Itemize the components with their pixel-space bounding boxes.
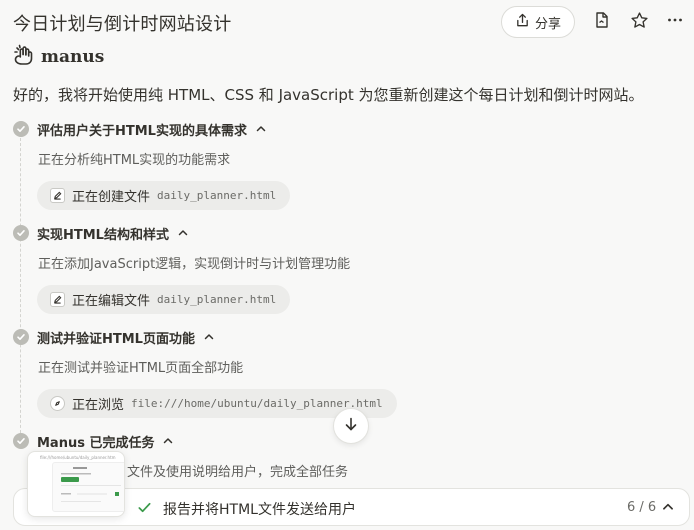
thumbnail-url: file:///home/ubuntu/daily_planner.htm — [40, 455, 116, 460]
tool-action-pill[interactable]: 正在编辑文件 daily_planner.html — [37, 285, 291, 314]
assistant-message: 好的，我将开始使用纯 HTML、CSS 和 JavaScript 为您重新创建这… — [13, 86, 644, 104]
star-icon — [630, 11, 649, 34]
tool-action-label: 正在浏览 — [72, 398, 125, 413]
current-task-label: 报告并将HTML文件发送给用户 — [163, 502, 356, 518]
tool-action-target: daily_planner.html — [157, 189, 277, 202]
share-icon — [515, 13, 530, 32]
step-title: 实现HTML结构和样式 — [37, 227, 169, 243]
favorite-button[interactable] — [627, 10, 651, 34]
brand: manus — [13, 44, 105, 70]
manus-logo-icon — [13, 44, 35, 70]
computer-preview-thumbnail[interactable]: file:///home/ubuntu/daily_planner.htm — [27, 451, 125, 517]
step-3-header[interactable]: 测试并验证HTML页面功能 — [13, 327, 215, 347]
more-button[interactable] — [663, 10, 687, 34]
compass-icon — [50, 396, 65, 411]
arrow-down-icon — [343, 416, 359, 436]
tool-action-label: 正在编辑文件 — [72, 294, 151, 309]
step-description: 正在测试并验证HTML页面全部功能 — [38, 361, 244, 376]
check-icon — [13, 121, 29, 137]
file-view-button[interactable] — [590, 10, 614, 34]
scroll-to-bottom-button[interactable] — [333, 408, 369, 444]
step-title: Manus 已完成任务 — [37, 435, 155, 451]
step-description: 正在添加JavaScript逻辑，实现倒计时与计划管理功能 — [38, 257, 351, 272]
page-title: 今日计划与倒计时网站设计 — [13, 14, 232, 35]
timeline-connector — [20, 138, 21, 438]
header: 今日计划与倒计时网站设计 分享 — [0, 0, 694, 44]
tool-action-target: daily_planner.html — [157, 293, 277, 306]
chevron-up-icon[interactable] — [661, 499, 675, 518]
pencil-icon — [50, 188, 65, 203]
chevron-up-icon[interactable] — [203, 328, 215, 347]
share-label: 分享 — [534, 16, 561, 32]
file-icon — [593, 11, 611, 33]
more-icon — [667, 12, 683, 32]
check-icon — [137, 500, 152, 519]
check-icon — [13, 225, 29, 241]
step-4-header[interactable]: Manus 已完成任务 — [13, 431, 174, 451]
chevron-up-icon[interactable] — [255, 120, 267, 139]
tool-action-pill[interactable]: 正在创建文件 daily_planner.html — [37, 181, 291, 210]
check-icon — [13, 329, 29, 345]
step-1-header[interactable]: 评估用户关于HTML实现的具体需求 — [13, 119, 267, 139]
task-count: 6 / 6 — [627, 500, 657, 515]
thumbnail-page-sketch — [61, 467, 121, 502]
brand-name: manus — [41, 47, 105, 67]
step-2-header[interactable]: 实现HTML结构和样式 — [13, 223, 189, 243]
step-title: 评估用户关于HTML实现的具体需求 — [37, 123, 247, 139]
chevron-up-icon[interactable] — [177, 224, 189, 243]
step-description: 文件及使用说明给用户，完成全部任务 — [127, 465, 349, 480]
check-icon — [13, 433, 29, 449]
pencil-icon — [50, 292, 65, 307]
step-title: 测试并验证HTML页面功能 — [37, 331, 195, 347]
share-button[interactable]: 分享 — [501, 6, 575, 38]
thumbnail-page — [52, 462, 124, 512]
chevron-up-icon[interactable] — [162, 432, 174, 451]
tool-action-label: 正在创建文件 — [72, 190, 151, 205]
step-description: 正在分析纯HTML实现的功能需求 — [38, 153, 231, 168]
